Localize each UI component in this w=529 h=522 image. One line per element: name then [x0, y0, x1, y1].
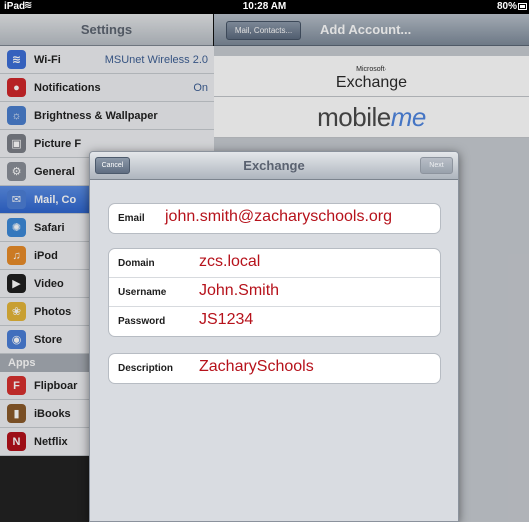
battery-icon	[518, 3, 527, 10]
password-label: Password	[118, 316, 166, 327]
credentials-group: Domain zcs.local Username John.Smith Pas…	[108, 248, 441, 337]
status-bar: iPad ≋ 10:28 AM 80%	[0, 0, 529, 14]
description-field[interactable]: Description ZacharySchools	[109, 354, 440, 383]
dialog-body: Email john.smith@zacharyschools.org Doma…	[90, 180, 458, 521]
username-input[interactable]: John.Smith	[199, 282, 279, 300]
email-group: Email john.smith@zacharyschools.org	[108, 203, 441, 234]
email-label: Email	[118, 213, 145, 224]
password-input[interactable]: JS1234	[199, 311, 253, 329]
email-input[interactable]: john.smith@zacharyschools.org	[165, 208, 392, 226]
next-button[interactable]: Next	[420, 157, 453, 174]
username-field[interactable]: Username John.Smith	[109, 278, 440, 307]
email-field[interactable]: Email john.smith@zacharyschools.org	[109, 204, 440, 233]
domain-input[interactable]: zcs.local	[199, 253, 260, 271]
dialog-header: Cancel Exchange Next	[90, 152, 458, 180]
battery-percentage: 80%	[496, 1, 517, 12]
password-field[interactable]: Password JS1234	[109, 307, 440, 336]
description-label: Description	[118, 363, 174, 374]
exchange-account-dialog: Cancel Exchange Next Email john.smith@za…	[89, 151, 459, 522]
clock: 10:28 AM	[242, 1, 287, 12]
description-input[interactable]: ZacharySchools	[199, 358, 314, 376]
domain-label: Domain	[118, 258, 155, 269]
username-label: Username	[118, 287, 167, 298]
domain-field[interactable]: Domain zcs.local	[109, 249, 440, 278]
dialog-title: Exchange	[243, 158, 305, 173]
description-group: Description ZacharySchools	[108, 353, 441, 384]
